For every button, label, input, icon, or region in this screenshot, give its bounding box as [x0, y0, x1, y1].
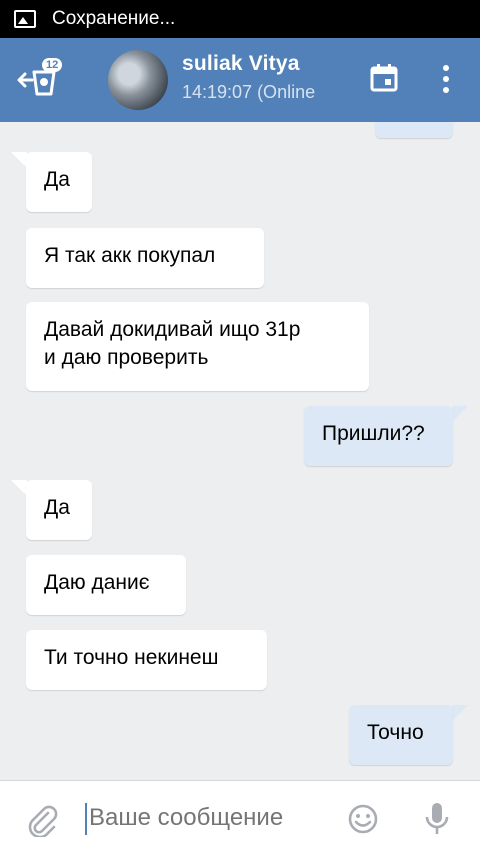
message-bubble[interactable]: Даю даниє: [26, 555, 186, 615]
message-bubble[interactable]: Да: [26, 152, 92, 212]
message-bubble[interactable]: Давай докидивай ищо 31р и даю проверить: [26, 302, 369, 391]
chat-title-block[interactable]: suliak Vitya 14:19:07 (Online: [182, 52, 332, 103]
message-bubble[interactable]: Да: [26, 480, 92, 540]
chat-subtitle: 14:19:07 (Online: [182, 82, 316, 102]
message-bubble[interactable]: Ти точно некинеш: [26, 630, 267, 690]
message-input[interactable]: [86, 799, 329, 837]
message-bubble[interactable]: Я так акк покупал: [26, 228, 264, 288]
image-icon: [14, 10, 36, 28]
smiley-icon[interactable]: [347, 803, 379, 835]
paperclip-icon[interactable]: [26, 803, 58, 837]
message-bubble[interactable]: Точно: [349, 705, 453, 765]
chat-title: suliak Vitya: [182, 52, 300, 75]
message-bubble[interactable]: Пришли??: [304, 406, 453, 466]
avatar[interactable]: [108, 50, 168, 110]
bubble-tail: [11, 152, 27, 168]
more-vertical-icon[interactable]: [436, 64, 456, 94]
calendar-icon[interactable]: [370, 64, 398, 92]
back-button[interactable]: 12: [16, 58, 64, 100]
bubble-tail: [11, 480, 27, 496]
message-bubble-partial: [375, 122, 453, 138]
status-bar: Сохранение...: [0, 0, 480, 38]
chat-header: 12 suliak Vitya 14:19:07 (Online: [0, 38, 480, 122]
unread-badge: 12: [42, 58, 63, 72]
status-text: Сохранение...: [52, 8, 176, 29]
bubble-tail: [452, 406, 468, 422]
microphone-icon[interactable]: [424, 801, 450, 837]
composer-bar: [0, 780, 480, 855]
bubble-tail: [452, 705, 468, 721]
message-list[interactable]: Да Я так акк покупал Давай докидивай ищо…: [0, 122, 480, 780]
